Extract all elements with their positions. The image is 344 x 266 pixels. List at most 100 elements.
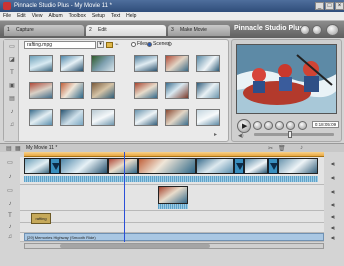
scene-thumbnail[interactable]	[91, 55, 115, 72]
maximize-button[interactable]: □	[325, 2, 334, 10]
scene-thumbnail[interactable]	[196, 55, 220, 72]
mute-toggle-icon[interactable]: ◀)	[326, 224, 340, 231]
undo-button[interactable]	[300, 25, 310, 35]
menu-edit[interactable]: Edit	[14, 12, 29, 21]
tab-make-movie[interactable]: 3 Make Movie	[168, 25, 230, 36]
folder-icon[interactable]	[106, 42, 113, 48]
scene-thumbnail[interactable]	[60, 82, 84, 99]
menu-help[interactable]: Help	[123, 12, 139, 21]
dropdown-arrow-icon[interactable]: ▾	[97, 41, 104, 48]
mode-tab-bar: 1 Capture 2 Edit 3 Make Movie Pinnacle S…	[0, 21, 344, 38]
scenes-radio[interactable]	[147, 42, 152, 47]
redo-button[interactable]	[312, 25, 322, 35]
scene-thumbnail[interactable]	[29, 109, 53, 126]
scene-thumbnail[interactable]	[165, 109, 189, 126]
mute-toggle-icon[interactable]: ◀)	[326, 160, 340, 167]
link-icon[interactable]: ⌁	[115, 41, 119, 48]
background-music-clip[interactable]: [29] Memories Highway (Smooth Ride)	[24, 233, 324, 241]
video-clip[interactable]	[196, 158, 234, 174]
scrubber-track[interactable]	[254, 133, 334, 136]
scene-thumbnail[interactable]	[91, 109, 115, 126]
video-clip[interactable]	[244, 158, 268, 174]
scene-thumbnail[interactable]	[165, 55, 189, 72]
razor-icon[interactable]: ✂	[268, 145, 273, 152]
music-icon[interactable]: ♫	[8, 122, 16, 128]
menu-setup[interactable]: Setup	[89, 12, 108, 21]
video-clip[interactable]	[60, 158, 108, 174]
help-button[interactable]	[326, 24, 339, 36]
timeline-header: ▤ ▦ My Movie 11 * ✂ 🗑 ♪	[0, 143, 344, 152]
transition-clip[interactable]	[234, 158, 244, 174]
scene-thumbnail[interactable]	[134, 82, 158, 99]
step-back-button[interactable]	[264, 121, 273, 130]
timeline-scroll-thumb[interactable]	[60, 244, 210, 248]
original-audio-clip[interactable]	[24, 176, 318, 182]
menu-view[interactable]: View	[29, 12, 46, 21]
menu-text[interactable]: Text	[108, 12, 123, 21]
scene-thumbnail[interactable]	[91, 82, 115, 99]
volume-mixer-icon[interactable]: ♪	[300, 145, 303, 151]
mute-toggle-icon[interactable]: ◀)	[326, 188, 340, 195]
menu-toolbox[interactable]: Toolbox	[66, 12, 89, 21]
scene-thumbnail[interactable]	[165, 82, 189, 99]
audio-track-icon: ♪	[8, 174, 12, 180]
fast-forward-button[interactable]	[286, 121, 295, 130]
capture-tab-number: 1	[7, 27, 10, 33]
menu-file[interactable]: File	[0, 12, 14, 21]
app-icon	[3, 2, 11, 10]
files-radio[interactable]	[131, 42, 136, 47]
mute-toggle-icon[interactable]: ◀)	[326, 201, 340, 208]
timecode-display[interactable]: 0:18:05:09	[312, 121, 339, 128]
mute-toggle-icon[interactable]: ◀)	[326, 234, 340, 241]
transitions-icon[interactable]: ◪	[8, 57, 16, 63]
transition-clip[interactable]	[50, 158, 60, 174]
mute-toggle-icon[interactable]: ◀)	[326, 213, 340, 220]
scene-detect-icon[interactable]: ⚙	[167, 41, 172, 48]
titles-icon[interactable]: T	[8, 70, 16, 76]
video-clip[interactable]	[278, 158, 318, 174]
movie-title: My Movie 11 *	[26, 145, 58, 151]
photos-icon[interactable]: ▣	[8, 83, 16, 89]
loop-button[interactable]	[298, 121, 307, 130]
video-clip[interactable]	[24, 158, 50, 174]
menu-album[interactable]: Album	[45, 12, 65, 21]
scene-thumbnail[interactable]	[60, 55, 84, 72]
window-title: Pinnacle Studio Plus - My Movie 11 *	[14, 3, 112, 9]
scene-thumbnail[interactable]	[134, 109, 158, 126]
scene-thumbnail[interactable]	[29, 55, 53, 72]
overlay-audio-clip[interactable]	[158, 204, 188, 209]
scene-thumbnail[interactable]	[196, 109, 220, 126]
edit-tab-number: 2	[89, 27, 92, 33]
overlay-video-clip[interactable]	[158, 186, 188, 204]
menus-icon[interactable]: ▤	[8, 96, 16, 102]
video-icon[interactable]: ▭	[8, 44, 16, 50]
next-page-arrow-icon[interactable]: ▸	[214, 131, 217, 138]
tab-capture[interactable]: 1 Capture	[4, 25, 84, 36]
tab-edit[interactable]: 2 Edit	[86, 25, 166, 36]
close-button[interactable]: ×	[335, 2, 344, 10]
volume-icon[interactable]: ◀)	[238, 133, 244, 139]
scene-thumbnail[interactable]	[134, 55, 158, 72]
transition-clip[interactable]	[268, 158, 278, 174]
delete-icon[interactable]: 🗑	[278, 145, 286, 152]
step-forward-button[interactable]	[275, 121, 284, 130]
scene-thumbnail[interactable]	[29, 82, 53, 99]
album-file-selector[interactable]: rafting.mpg	[24, 41, 96, 49]
sound-icon[interactable]: ♪	[8, 109, 16, 115]
scene-thumbnail[interactable]	[196, 82, 220, 99]
mute-toggle-icon[interactable]: ◀)	[326, 174, 340, 181]
sound-effects-icon: ♪	[8, 224, 12, 230]
title-track	[20, 211, 324, 223]
storyboard-view-icon[interactable]: ▦	[15, 145, 21, 152]
rafting-preview-image	[237, 45, 336, 113]
minimize-button[interactable]: _	[315, 2, 324, 10]
scrubber-handle[interactable]	[288, 131, 292, 138]
title-clip[interactable]: rafting	[31, 213, 51, 224]
timeline-view-icon[interactable]: ▤	[6, 145, 12, 152]
video-clip[interactable]	[108, 158, 138, 174]
video-clip[interactable]	[138, 158, 196, 174]
rewind-button[interactable]	[253, 121, 262, 130]
overlay-video-icon: ▭	[7, 188, 13, 194]
scene-thumbnail[interactable]	[60, 109, 84, 126]
timeline-playhead[interactable]	[124, 152, 125, 242]
